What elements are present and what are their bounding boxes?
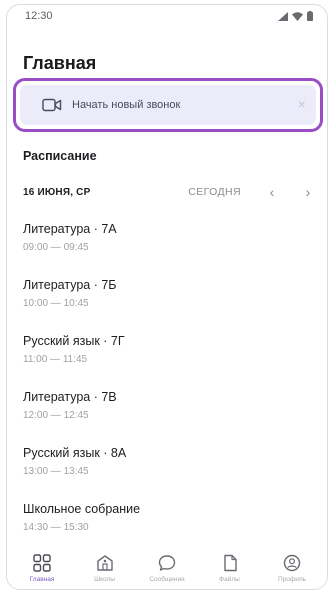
nav-profile[interactable]: Профиль <box>261 547 323 589</box>
lesson-time: 10:00 — 10:45 <box>23 298 89 309</box>
battery-icon <box>307 11 313 21</box>
school-icon <box>96 555 113 571</box>
chat-icon <box>158 555 176 571</box>
schedule-date: 16 ИЮНЯ, СР <box>23 186 91 198</box>
lesson-list: Литература · 7А 09:00 — 09:45 Литература… <box>23 222 317 558</box>
schedule-date-bar: 16 ИЮНЯ, СР СЕГОДНЯ ‹ › <box>23 182 317 202</box>
home-grid-icon <box>33 554 51 572</box>
schedule-title: Расписание <box>23 149 97 163</box>
lesson-item[interactable]: Литература · 7В 12:00 — 12:45 <box>23 390 317 446</box>
profile-icon <box>283 554 301 572</box>
video-camera-icon <box>42 98 62 112</box>
nav-home[interactable]: Главная <box>11 547 73 589</box>
lesson-title: Школьное собрание <box>23 502 141 516</box>
nav-messages-label: Сообщения <box>149 576 185 583</box>
lesson-time: 11:00 — 11:45 <box>23 354 88 365</box>
cellular-signal-icon <box>278 11 288 21</box>
lesson-time: 09:00 — 09:45 <box>23 242 89 253</box>
nav-messages[interactable]: Сообщения <box>136 547 198 589</box>
file-icon <box>223 554 237 572</box>
nav-schools[interactable]: Школы <box>74 547 136 589</box>
status-bar: 12:30 <box>7 5 327 27</box>
lesson-title: Литература · 7Б <box>23 278 117 292</box>
start-call-button[interactable]: Начать новый звонок ✕ <box>13 78 323 132</box>
close-icon[interactable]: ✕ <box>298 100 306 111</box>
next-day-button[interactable]: › <box>299 184 317 200</box>
phone-screen: 12:30 Главная Начать новый звонок ✕ Расп… <box>6 4 328 590</box>
bottom-navigation: Главная Школы Сообщения Файлы Профиль <box>7 547 327 589</box>
nav-home-label: Главная <box>29 576 55 583</box>
nav-files[interactable]: Файлы <box>199 547 261 589</box>
lesson-item[interactable]: Русский язык · 7Г 11:00 — 11:45 <box>23 334 317 390</box>
lesson-title: Литература · 7В <box>23 390 117 404</box>
lesson-item[interactable]: Русский язык · 8А 13:00 — 13:45 <box>23 446 317 502</box>
lesson-title: Литература · 7А <box>23 222 117 236</box>
page-title: Главная <box>23 53 97 73</box>
prev-day-button[interactable]: ‹ <box>263 184 281 200</box>
lesson-title: Русский язык · 8А <box>23 446 127 460</box>
nav-schools-label: Школы <box>94 576 115 583</box>
lesson-title: Русский язык · 7Г <box>23 334 125 348</box>
lesson-item[interactable]: Литература · 7А 09:00 — 09:45 <box>23 222 317 278</box>
lesson-time: 13:00 — 13:45 <box>23 466 89 477</box>
lesson-time: 12:00 — 12:45 <box>23 410 89 421</box>
lesson-time: 14:30 — 15:30 <box>23 522 89 533</box>
lesson-item[interactable]: Литература · 7Б 10:00 — 10:45 <box>23 278 317 334</box>
nav-files-label: Файлы <box>219 576 240 583</box>
nav-profile-label: Профиль <box>277 576 307 583</box>
wifi-icon <box>292 11 303 21</box>
start-call-label: Начать новый звонок <box>72 99 181 111</box>
status-time: 12:30 <box>25 10 53 22</box>
today-button[interactable]: СЕГОДНЯ <box>188 186 241 198</box>
